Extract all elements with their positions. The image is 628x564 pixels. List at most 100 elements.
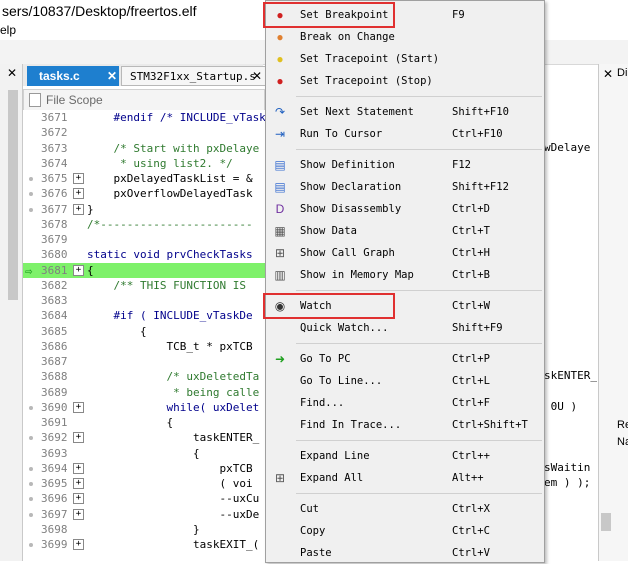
line-number: 3694 (41, 462, 68, 475)
breakpoint-marker[interactable] (29, 436, 33, 440)
menu-item-set-tracepoint-start[interactable]: ● Set Tracepoint (Start) (266, 48, 544, 70)
line-number: 3688 (41, 370, 68, 383)
breakpoint-marker[interactable] (29, 513, 33, 517)
code-line[interactable]: 3682 /** THIS FUNCTION IS (23, 278, 265, 293)
code-line[interactable]: 3687 (23, 354, 265, 369)
code-line[interactable]: 3685 { (23, 324, 265, 339)
code-line[interactable]: 3677 +} (23, 202, 265, 217)
breakpoint-marker[interactable] (29, 482, 33, 486)
code-line[interactable]: 3698 } (23, 522, 265, 537)
code-line[interactable]: 3672 (23, 125, 265, 140)
expand-icon[interactable]: + (73, 478, 84, 489)
scope-label: File Scope (46, 93, 103, 107)
left-pane-scrollbar[interactable] (8, 90, 18, 300)
menu-item-show-call-graph[interactable]: ⊞ Show Call Graph Ctrl+H (266, 242, 544, 264)
code-line[interactable]: 3674 * using list2. */ (23, 156, 265, 171)
menu-item-find[interactable]: Find... Ctrl+F (266, 392, 544, 414)
menu-item-shortcut: Ctrl+L (452, 375, 490, 387)
breakpoint-marker[interactable] (29, 467, 33, 471)
left-pane-close-icon[interactable]: ✕ (7, 66, 17, 80)
menu-item-label: Show Call Graph (300, 247, 395, 259)
code-line[interactable]: 3678 /*----------------------- (23, 217, 265, 232)
menu-item-go-to-line[interactable]: Go To Line... Ctrl+L (266, 370, 544, 392)
code-line[interactable]: 3694 + pxTCB (23, 461, 265, 476)
tab-close-icon[interactable]: ✕ (252, 69, 262, 83)
menu-item-expand-all[interactable]: ⊞ Expand All Alt++ (266, 467, 544, 489)
line-number: 3675 (41, 172, 68, 185)
tab-startup-s[interactable]: STM32F1xx_Startup.s ✕ (121, 66, 267, 86)
menu-item-break-on-change[interactable]: ● Break on Change (266, 26, 544, 48)
menu-item-run-to-cursor[interactable]: ⇥ Run To Cursor Ctrl+F10 (266, 123, 544, 145)
code-line[interactable]: 3699 + taskEXIT_( (23, 537, 265, 552)
menu-item-cut[interactable]: Cut Ctrl+X (266, 498, 544, 520)
breakpoint-marker[interactable] (29, 406, 33, 410)
code-line[interactable]: 3690 + while( uxDelet (23, 400, 265, 415)
code-line[interactable]: 3692 + taskENTER_ (23, 430, 265, 445)
breakpoint-marker[interactable] (29, 497, 33, 501)
menu-item-quick-watch[interactable]: Quick Watch... Shift+F9 (266, 317, 544, 339)
expand-icon[interactable]: + (73, 493, 84, 504)
code-line[interactable]: 3689 * being calle (23, 385, 265, 400)
window-title: sers/10837/Desktop/freertos.elf (2, 3, 197, 19)
menu-item-show-definition[interactable]: ▤ Show Definition F12 (266, 154, 544, 176)
menu-item-show-declaration[interactable]: ▤ Show Declaration Shift+F12 (266, 176, 544, 198)
tab-close-icon[interactable]: ✕ (107, 69, 117, 83)
code-line[interactable]: 3688 /* uxDeletedTa (23, 369, 265, 384)
breakpoint-marker[interactable] (29, 543, 33, 547)
menu-item-set-next-statement[interactable]: ↷ Set Next Statement Shift+F10 (266, 101, 544, 123)
expand-icon[interactable]: + (73, 402, 84, 413)
right-pane-tab[interactable]: Di (617, 67, 627, 79)
right-pane-close-icon[interactable]: ✕ (603, 67, 613, 81)
menu-item-find-in-trace[interactable]: Find In Trace... Ctrl+Shift+T (266, 414, 544, 436)
code-line[interactable]: 3697 + --uxDe (23, 507, 265, 522)
code-text: taskENTER_ (87, 431, 260, 444)
expand-icon[interactable]: + (73, 509, 84, 520)
code-text: * being calle (87, 386, 260, 399)
menu-item-label: Expand All (300, 472, 364, 484)
breakpoint-marker[interactable] (29, 177, 33, 181)
code-line[interactable]: 3673 /* Start with pxDelaye (23, 141, 265, 156)
breakpoint-marker[interactable] (29, 192, 33, 196)
menu-item-expand-line[interactable]: Expand Line Ctrl++ (266, 445, 544, 467)
code-line[interactable]: 3693 { (23, 446, 265, 461)
expand-icon[interactable]: + (73, 539, 84, 550)
expand-icon[interactable]: + (73, 265, 84, 276)
breakpoint-marker[interactable] (29, 208, 33, 212)
code-text: { (87, 447, 200, 460)
menu-item-show-data[interactable]: ▦ Show Data Ctrl+T (266, 220, 544, 242)
expand-icon[interactable]: + (73, 173, 84, 184)
code-line[interactable]: 3684 #if ( INCLUDE_vTaskDe (23, 308, 265, 323)
code-line[interactable]: 3695 + ( voi (23, 476, 265, 491)
code-text: --uxCu (87, 492, 260, 505)
code-line[interactable]: 3679 (23, 232, 265, 247)
code-line[interactable]: 3675 + pxDelayedTaskList = & (23, 171, 265, 186)
code-line[interactable]: 3691 { (23, 415, 265, 430)
menu-item-set-tracepoint-stop[interactable]: ● Set Tracepoint (Stop) (266, 70, 544, 92)
menu-separator (296, 493, 542, 494)
menu-item-go-to-pc[interactable]: ➜ Go To PC Ctrl+P (266, 348, 544, 370)
code-line[interactable]: 3696 + --uxCu (23, 491, 265, 506)
code-line[interactable]: 3676 + pxOverflowDelayedTask (23, 186, 265, 201)
code-text: ( voi (87, 477, 253, 490)
expand-icon[interactable]: + (73, 432, 84, 443)
menu-item-help[interactable]: elp (0, 23, 16, 37)
code-line[interactable]: 3686 TCB_t * pxTCB (23, 339, 265, 354)
disassembly-icon: D (275, 202, 285, 216)
menu-item-label: Show Definition (300, 159, 395, 171)
scope-selector[interactable]: File Scope (23, 89, 265, 111)
menu-item-show-disassembly[interactable]: D Show Disassembly Ctrl+D (266, 198, 544, 220)
menu-item-copy[interactable]: Copy Ctrl+C (266, 520, 544, 542)
code-line[interactable]: 3671 #endif /* INCLUDE_vTask (23, 110, 266, 125)
code-line[interactable]: 3680 static void prvCheckTasks (23, 247, 265, 262)
menu-item-show-in-memory-map[interactable]: ▥ Show in Memory Map Ctrl+B (266, 264, 544, 286)
code-line[interactable]: 3683 (23, 293, 265, 308)
right-pane-scrollbar[interactable] (601, 513, 611, 531)
expand-icon[interactable]: + (73, 204, 84, 215)
code-line[interactable]: ⇨ 3681 +{ (23, 263, 265, 278)
expand-icon[interactable]: + (73, 463, 84, 474)
line-number: 3691 (41, 416, 68, 429)
tab-tasks-c[interactable]: tasks.c ✕ (27, 66, 119, 86)
code-editor[interactable]: 3671 #endif /* INCLUDE_vTask 3672 3673 /* … (23, 110, 266, 561)
expand-icon[interactable]: + (73, 188, 84, 199)
editor-tabs: tasks.c ✕ STM32F1xx_Startup.s ✕ (23, 64, 267, 86)
